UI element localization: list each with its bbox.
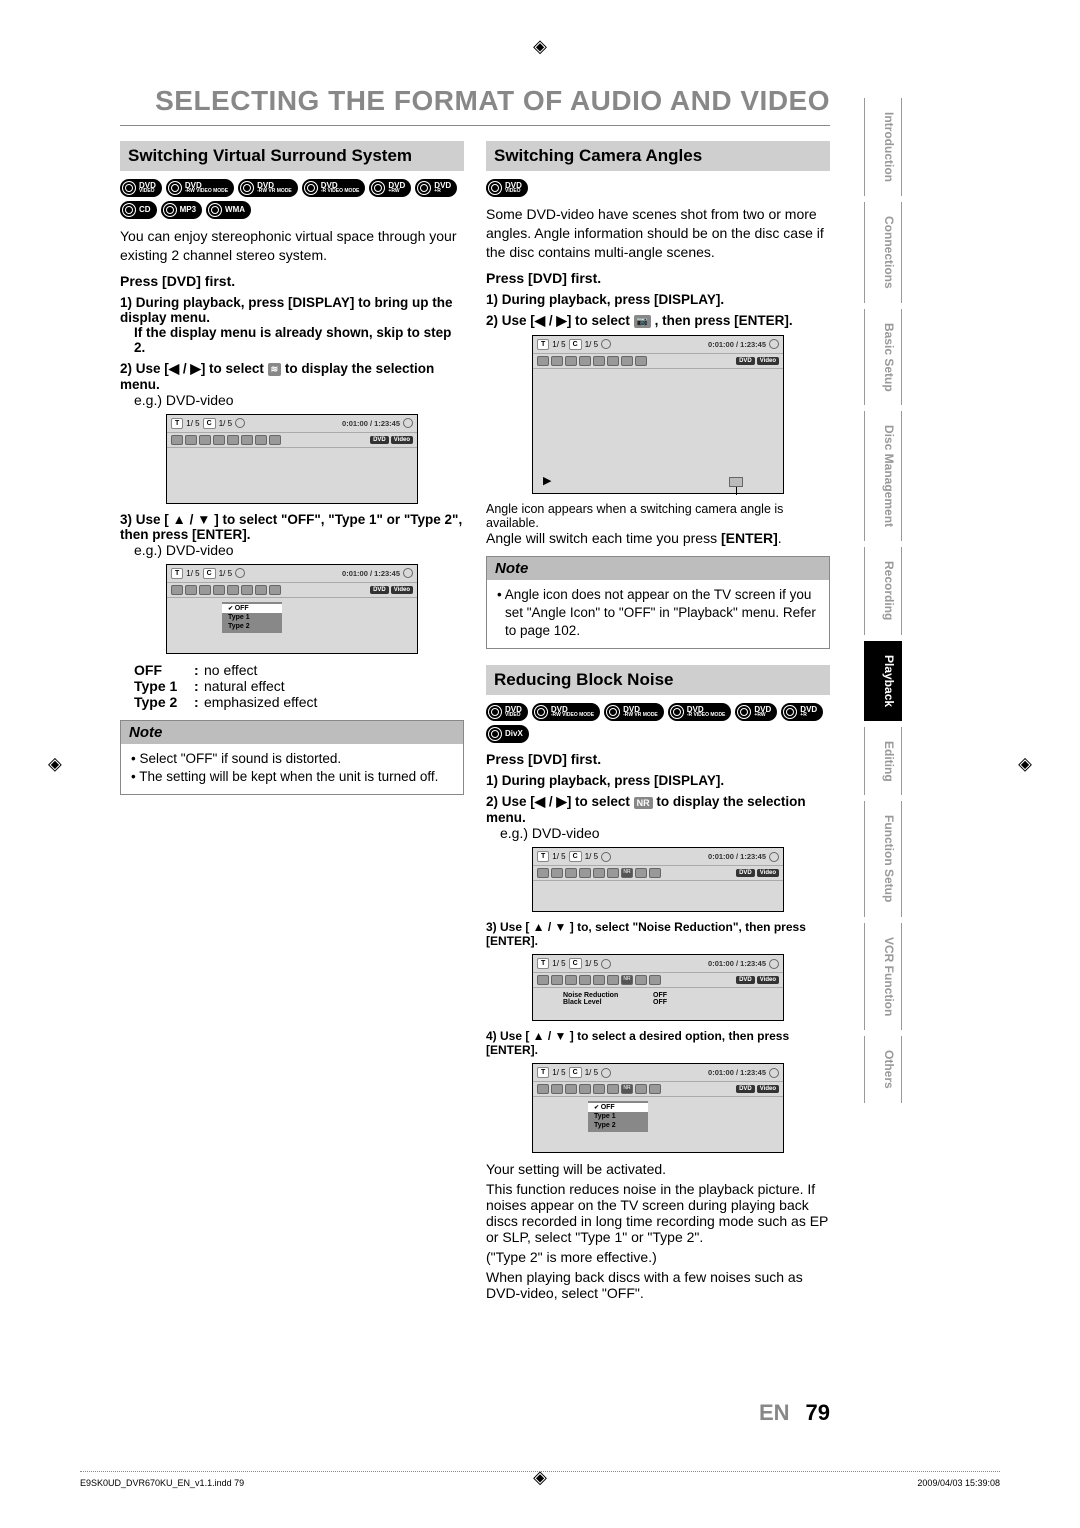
format-badges-left: DVDVIDEODVD-RW VIDEO MODEDVD-RW VR MODED… <box>120 179 464 219</box>
side-tab[interactable]: Disc Management <box>864 411 902 541</box>
step-1-left: 1) During playback, press [DISPLAY] to b… <box>120 295 464 325</box>
step-1b-left: If the display menu is already shown, sk… <box>134 325 464 355</box>
format-badge: DVDVIDEO <box>486 179 528 197</box>
format-badge: MP3 <box>161 201 202 219</box>
format-badge: DVD-RW VIDEO MODE <box>532 703 600 721</box>
eg-noise: e.g.) DVD-video <box>500 825 830 841</box>
step-2-angles: 2) Use [ ◀ / ▶ ] to select 📷 , then pres… <box>486 313 830 329</box>
crop-mark-left: ◈ <box>48 754 62 775</box>
osd-display-noise-1: T1/ 5 C1/ 5 0:01:00 / 1:23:45 NR DVDVide… <box>532 847 784 912</box>
effect-list: OFF:no effectType 1:natural effectType 2… <box>134 662 464 710</box>
intro-left: You can enjoy stereophonic virtual space… <box>120 227 464 265</box>
osd-display-angles: T1/ 5 C1/ 5 0:01:00 / 1:23:45 DVDVideo ▶ <box>532 335 784 494</box>
step-4-noise: 4) Use [ ▲ / ▼ ] to select a desired opt… <box>486 1029 830 1057</box>
intro-angles: Some DVD-video have scenes shot from two… <box>486 205 830 262</box>
noise-p2: This function reduces noise in the playb… <box>486 1181 830 1245</box>
column-left: Switching Virtual Surround System DVDVID… <box>120 141 464 1301</box>
format-badge: DVD-RW VIDEO MODE <box>166 179 234 197</box>
page-number: EN79 <box>759 1400 830 1426</box>
press-dvd-angles: Press [DVD] first. <box>486 270 830 286</box>
format-badge: DVD-RW VR MODE <box>238 179 298 197</box>
step-3-left: 3) Use [ ▲ / ▼ ] to select "OFF", "Type … <box>120 512 464 542</box>
note-item: Angle icon does not appear on the TV scr… <box>497 586 819 641</box>
side-tab[interactable]: Basic Setup <box>864 309 902 406</box>
noise-p1: Your setting will be activated. <box>486 1161 830 1177</box>
step-2-left: 2) Use [ ◀ / ▶ ] to select ≋ to display … <box>120 361 464 392</box>
osd-display-noise-3: T1/ 5 C1/ 5 0:01:00 / 1:23:45 NR DVDVide… <box>532 1063 784 1153</box>
note-box-angles: Note Angle icon does not appear on the T… <box>486 556 830 650</box>
format-badge: DVDVIDEO <box>486 703 528 721</box>
side-tab[interactable]: Others <box>864 1036 902 1103</box>
eg-left-1: e.g.) DVD-video <box>134 392 464 408</box>
step-1-noise: 1) During playback, press [DISPLAY]. <box>486 773 830 788</box>
side-tab[interactable]: Introduction <box>864 98 902 196</box>
play-icon: ▶ <box>543 474 551 487</box>
side-tab[interactable]: Function Setup <box>864 801 902 916</box>
heading-virtual-surround: Switching Virtual Surround System <box>120 141 464 171</box>
footer-left: E9SK0UD_DVR670KU_EN_v1.1.indd 79 <box>80 1478 244 1488</box>
note-box-left: Note Select "OFF" if sound is distorted.… <box>120 720 464 795</box>
note-heading-left: Note <box>121 721 463 744</box>
note-item: The setting will be kept when the unit i… <box>131 768 453 786</box>
nr-icon: NR <box>634 797 653 809</box>
heading-camera-angles: Switching Camera Angles <box>486 141 830 171</box>
format-badge: DVD+RW <box>369 179 411 197</box>
noise-p3: ("Type 2" is more effective.) <box>486 1249 830 1265</box>
arrow-lr-icon: ◀ / ▶ <box>535 313 567 329</box>
note-heading-angles: Note <box>487 557 829 580</box>
format-badge: WMA <box>206 201 251 219</box>
noise-p4: When playing back discs with a few noise… <box>486 1269 830 1301</box>
format-badge: DVD+R <box>415 179 457 197</box>
format-badge: DVD+R <box>781 703 823 721</box>
press-dvd-noise: Press [DVD] first. <box>486 751 830 767</box>
column-right: Switching Camera Angles DVDVIDEO Some DV… <box>486 141 830 1301</box>
side-tab[interactable]: Playback <box>864 641 902 721</box>
step-3-noise: 3) Use [ ▲ / ▼ ] to, select "Noise Reduc… <box>486 920 830 948</box>
crop-mark-right: ◈ <box>1018 754 1032 775</box>
press-dvd-left: Press [DVD] first. <box>120 273 464 289</box>
step-2-noise: 2) Use [ ◀ / ▶ ] to select NR to display… <box>486 794 830 825</box>
surround-icon: ≋ <box>268 363 282 376</box>
eg-left-2: e.g.) DVD-video <box>134 542 464 558</box>
osd-display-noise-2: T1/ 5 C1/ 5 0:01:00 / 1:23:45 NR DVDVide… <box>532 954 784 1021</box>
side-tab[interactable]: Recording <box>864 547 902 634</box>
side-tabs: Introduction Connections Basic Setup Disc M… <box>864 98 902 1103</box>
format-badge: DVD-R VIDEO MODE <box>668 703 732 721</box>
format-badge: DVDVIDEO <box>120 179 162 197</box>
osd-display-left-2: T1/ 5 C1/ 5 0:01:00 / 1:23:45 DVDVideo O… <box>166 564 418 654</box>
angle-caption-1: Angle icon appears when a switching came… <box>486 502 830 530</box>
format-badge: DVD-R VIDEO MODE <box>302 179 366 197</box>
format-badges-angles: DVDVIDEO <box>486 179 830 197</box>
side-tab[interactable]: Editing <box>864 727 902 796</box>
note-item: Select "OFF" if sound is distorted. <box>131 750 453 768</box>
format-badge: DVD+RW <box>735 703 777 721</box>
page-content: SELECTING THE FORMAT OF AUDIO AND VIDEO … <box>120 85 830 1430</box>
format-badge: DVD-RW VR MODE <box>604 703 664 721</box>
osd-display-left-1: T1/ 5 C1/ 5 0:01:00 / 1:23:45 DVDVideo <box>166 414 418 504</box>
format-badge: CD <box>120 201 157 219</box>
footer-right: 2009/04/03 15:39:08 <box>917 1478 1000 1488</box>
camera-angle-icon: 📷 <box>634 315 651 328</box>
side-tab[interactable]: Connections <box>864 202 902 303</box>
side-tab[interactable]: VCR Function <box>864 923 902 1030</box>
format-badge: DivX <box>486 725 529 743</box>
arrow-lr-icon-2: ◀ / ▶ <box>535 794 567 810</box>
angle-indicator-icon <box>729 477 743 487</box>
arrow-left-icon: ◀ / ▶ <box>169 361 201 377</box>
heading-block-noise: Reducing Block Noise <box>486 665 830 695</box>
footer-meta: E9SK0UD_DVR670KU_EN_v1.1.indd 79 2009/04… <box>80 1471 1000 1488</box>
format-badges-noise: DVDVIDEODVD-RW VIDEO MODEDVD-RW VR MODED… <box>486 703 830 743</box>
page-title: SELECTING THE FORMAT OF AUDIO AND VIDEO <box>120 85 830 126</box>
angle-caption-2: Angle will switch each time you press [E… <box>486 530 830 546</box>
step-1-angles: 1) During playback, press [DISPLAY]. <box>486 292 830 307</box>
